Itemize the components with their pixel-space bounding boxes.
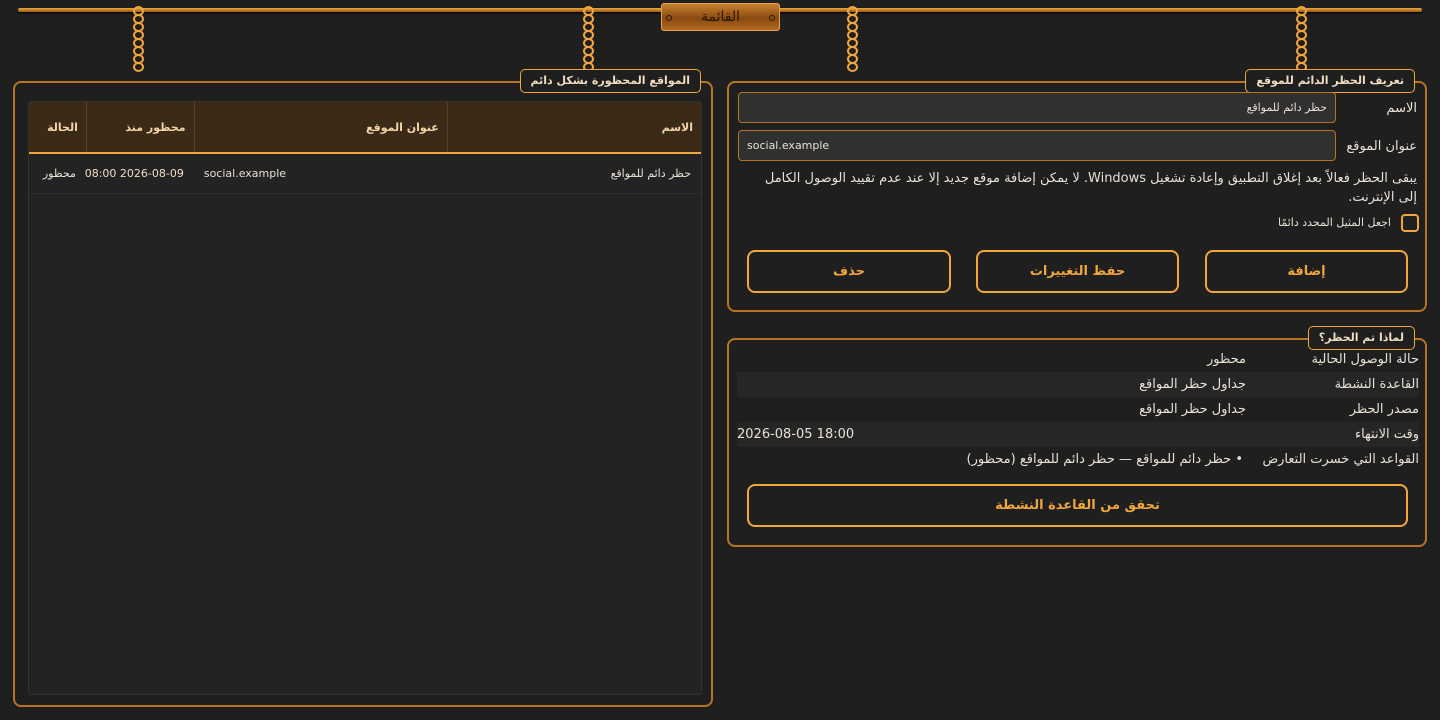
access-state-row: حالة الوصول الحالية محظور bbox=[737, 347, 1419, 372]
block-definition-panel: تعريف الحظر الدائم للموقع الاسم حظر دائم… bbox=[727, 69, 1427, 312]
block-source-row: مصدر الحظر جداول حظر المواقع bbox=[737, 397, 1419, 422]
access-state-value: محظور bbox=[1206, 352, 1246, 367]
chain-decoration bbox=[131, 6, 145, 72]
persistence-note: يبقى الحظر فعالاً بعد إغلاق التطبيق وإعا… bbox=[764, 171, 1417, 205]
chain-decoration bbox=[581, 6, 595, 72]
blocked-sites-title: المواقع المحظورة بشكل دائم bbox=[519, 69, 701, 93]
column-header-status[interactable]: الحالة bbox=[29, 102, 86, 152]
menu-button[interactable]: القائمة bbox=[661, 3, 780, 31]
active-rule-value: جداول حظر المواقع bbox=[1139, 377, 1246, 392]
rivet-icon bbox=[666, 15, 672, 21]
rivet-icon bbox=[769, 15, 775, 21]
lost-rules-row: القواعد التي خسرت التعارض • حظر دائم للم… bbox=[737, 447, 1419, 472]
chain-decoration bbox=[1294, 6, 1308, 72]
cell-url: social.example bbox=[203, 167, 287, 180]
column-header-url[interactable]: عنوان الموقع bbox=[193, 102, 447, 152]
why-blocked-panel: لماذا تم الحظر؟ حالة الوصول الحالية محظو… bbox=[727, 326, 1427, 547]
lost-rules-value: • حظر دائم للمواقع — حظر دائم للمواقع (م… bbox=[966, 452, 1243, 467]
menu-button-label: القائمة bbox=[701, 9, 740, 25]
end-time-value: 2026-08-05 18:00 bbox=[737, 427, 855, 442]
table-header: الاسم عنوان الموقع محظور منذ الحالة bbox=[29, 102, 701, 154]
url-label: عنوان الموقع bbox=[1346, 139, 1417, 154]
lost-rules-label: القواعد التي خسرت التعارض bbox=[1262, 452, 1419, 467]
access-state-label: حالة الوصول الحالية bbox=[1311, 352, 1419, 367]
column-header-blocked-since[interactable]: محظور منذ bbox=[85, 102, 194, 152]
make-permanent-label: اجعل المثيل المحدد دائمًا bbox=[1278, 216, 1391, 229]
check-active-rule-button[interactable]: تحقق من القاعدة النشطة bbox=[747, 484, 1408, 527]
blocked-sites-panel: المواقع المحظورة بشكل دائم الاسم عنوان ا… bbox=[13, 69, 713, 707]
cell-status: محظور bbox=[42, 167, 76, 180]
table-row[interactable]: حظر دائم للمواقع social.example 2026-08-… bbox=[29, 154, 701, 194]
name-label: الاسم bbox=[1386, 101, 1417, 116]
chain-decoration bbox=[845, 6, 859, 72]
blocked-sites-table[interactable]: الاسم عنوان الموقع محظور منذ الحالة حظر … bbox=[28, 101, 702, 695]
save-changes-button[interactable]: حفظ التغييرات bbox=[976, 250, 1179, 293]
cell-name: حظر دائم للمواقع bbox=[610, 167, 691, 180]
column-header-name[interactable]: الاسم bbox=[446, 102, 701, 152]
make-permanent-checkbox[interactable] bbox=[1401, 214, 1419, 232]
cell-blocked-since: 2026-08-09 08:00 bbox=[84, 167, 184, 180]
active-rule-row: القاعدة النشطة جداول حظر المواقع bbox=[737, 372, 1419, 397]
delete-button[interactable]: حذف bbox=[747, 250, 951, 293]
block-source-value: جداول حظر المواقع bbox=[1139, 402, 1246, 417]
block-source-label: مصدر الحظر bbox=[1349, 402, 1419, 417]
end-time-row: وقت الانتهاء 2026-08-05 18:00 bbox=[737, 422, 1419, 447]
active-rule-label: القاعدة النشطة bbox=[1334, 377, 1419, 392]
add-button[interactable]: إضافة bbox=[1205, 250, 1408, 293]
end-time-label: وقت الانتهاء bbox=[1354, 427, 1419, 442]
block-definition-title: تعريف الحظر الدائم للموقع bbox=[1245, 69, 1415, 93]
url-field[interactable]: social.example bbox=[738, 130, 1336, 161]
name-field[interactable]: حظر دائم للمواقع bbox=[738, 92, 1336, 123]
